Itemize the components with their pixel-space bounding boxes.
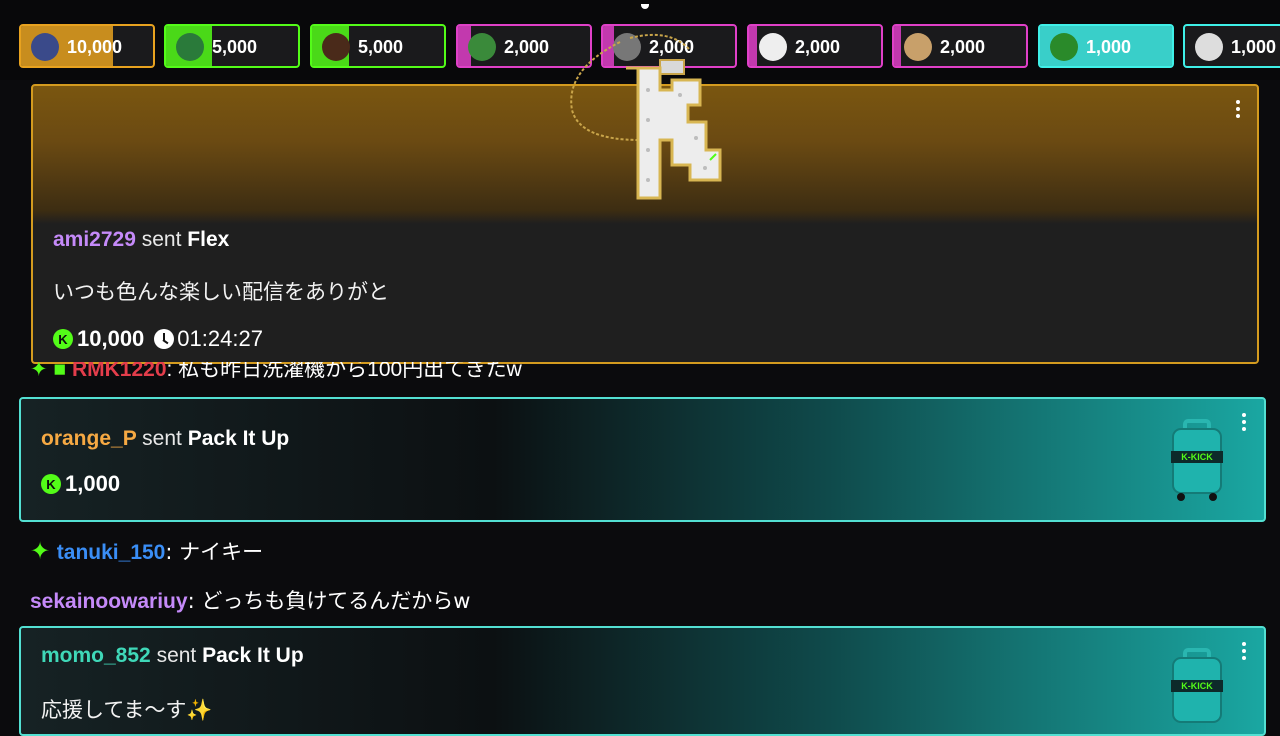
gift-chip-amount: 1,000 bbox=[1086, 37, 1132, 57]
kick-coin-icon: K bbox=[53, 329, 73, 349]
gift-chip-amount: 10,000 bbox=[67, 37, 123, 57]
gift-timer: 01:24:27 bbox=[177, 326, 263, 351]
gift-name: Pack It Up bbox=[187, 427, 290, 450]
kick-coin-icon: K bbox=[41, 474, 61, 494]
gift-chip[interactable]: 1,000 bbox=[1038, 24, 1174, 68]
sparkle-badge-icon: ✦ bbox=[30, 537, 51, 565]
chat-username[interactable]: tanuki_150 bbox=[57, 541, 166, 564]
gift-amount: 10,000 bbox=[77, 326, 145, 351]
clock-icon bbox=[154, 329, 175, 349]
chat-username[interactable]: RMK1220 bbox=[72, 362, 167, 381]
suitcase-gift-icon: K-KICK bbox=[1171, 648, 1223, 723]
chat-username[interactable]: sekainoowariuy bbox=[30, 590, 188, 613]
astronaut-avatar-icon bbox=[31, 33, 59, 61]
gift-chip[interactable]: 5,000 bbox=[310, 24, 446, 68]
suitcase-gift-icon: K-KICK bbox=[1171, 419, 1223, 501]
chat-message: : どっちも負けてるんだからw bbox=[187, 589, 471, 613]
flex-pendant-image bbox=[570, 33, 722, 200]
gift-message: いつも色んな楽しい配信をありがと bbox=[53, 280, 389, 304]
mickey-avatar-icon bbox=[759, 33, 787, 61]
suitcase-label: K-KICK bbox=[1181, 681, 1213, 691]
gift-chip[interactable]: 2,000 bbox=[747, 24, 883, 68]
gift-name: Flex bbox=[187, 228, 230, 251]
sent-word: sent bbox=[156, 644, 197, 667]
gift-chip[interactable]: 1,000 bbox=[1183, 24, 1280, 68]
gift-chip-progress bbox=[894, 26, 901, 66]
gift-chip-amount: 5,000 bbox=[358, 37, 404, 57]
gift-amount-row: K 1,000 bbox=[41, 471, 120, 497]
gift-chip-amount: 2,000 bbox=[940, 37, 986, 57]
pepe-avatar-icon bbox=[468, 33, 496, 61]
more-options-icon[interactable] bbox=[1235, 100, 1241, 118]
gift-chip[interactable]: 10,000 bbox=[19, 24, 155, 68]
pack-gift-card: orange_P sent Pack It Up K 1,000 K-KICK bbox=[19, 397, 1266, 522]
chat-line: ✦ tanuki_150: ナイキー bbox=[30, 536, 263, 566]
mouse-avatar-icon bbox=[322, 33, 350, 61]
covered-chat-line: ✦ ■ RMK1220: 私も昨日洗濯機から100円出てきたw bbox=[30, 362, 670, 384]
gift-chip-amount: 2,000 bbox=[504, 37, 550, 57]
gift-chip-amount: 5,000 bbox=[212, 37, 258, 57]
gift-amount-row: K 10,000 01:24:27 bbox=[53, 326, 263, 352]
more-options-icon[interactable] bbox=[1241, 642, 1247, 660]
gift-sender-line: momo_852 sent Pack It Up bbox=[41, 644, 304, 668]
gift-sender-line: ami2729 sent Flex bbox=[53, 228, 229, 252]
gift-chip-amount: 2,000 bbox=[795, 37, 841, 57]
sent-word: sent bbox=[142, 427, 182, 450]
sent-word: sent bbox=[141, 228, 182, 251]
chat-line: sekainoowariuy: どっちも負けてるんだからw bbox=[30, 585, 471, 615]
chat-message: : ナイキー bbox=[165, 540, 264, 564]
sender-username[interactable]: orange_P bbox=[41, 427, 136, 450]
collapse-caret-icon[interactable] bbox=[641, 4, 649, 9]
gift-chip-amount: 1,000 bbox=[1231, 37, 1277, 57]
green-face-avatar-icon bbox=[176, 33, 204, 61]
sender-username[interactable]: momo_852 bbox=[41, 644, 151, 667]
sender-username[interactable]: ami2729 bbox=[53, 228, 136, 251]
gift-name: Pack It Up bbox=[202, 644, 304, 667]
gift-chip[interactable]: 2,000 bbox=[892, 24, 1028, 68]
green-avatar-icon bbox=[1050, 33, 1078, 61]
gift-chip[interactable]: 5,000 bbox=[164, 24, 300, 68]
gift-amount: 1,000 bbox=[65, 471, 121, 496]
white-avatar-icon bbox=[1195, 33, 1223, 61]
suitcase-label: K-KICK bbox=[1181, 452, 1213, 462]
animal-avatar-icon bbox=[904, 33, 932, 61]
chat-message: : 私も昨日洗濯機から100円出てきたw bbox=[166, 362, 522, 381]
badge-icon: ✦ ■ bbox=[30, 362, 67, 381]
more-options-icon[interactable] bbox=[1241, 413, 1247, 431]
gift-sender-line: orange_P sent Pack It Up bbox=[41, 427, 289, 451]
